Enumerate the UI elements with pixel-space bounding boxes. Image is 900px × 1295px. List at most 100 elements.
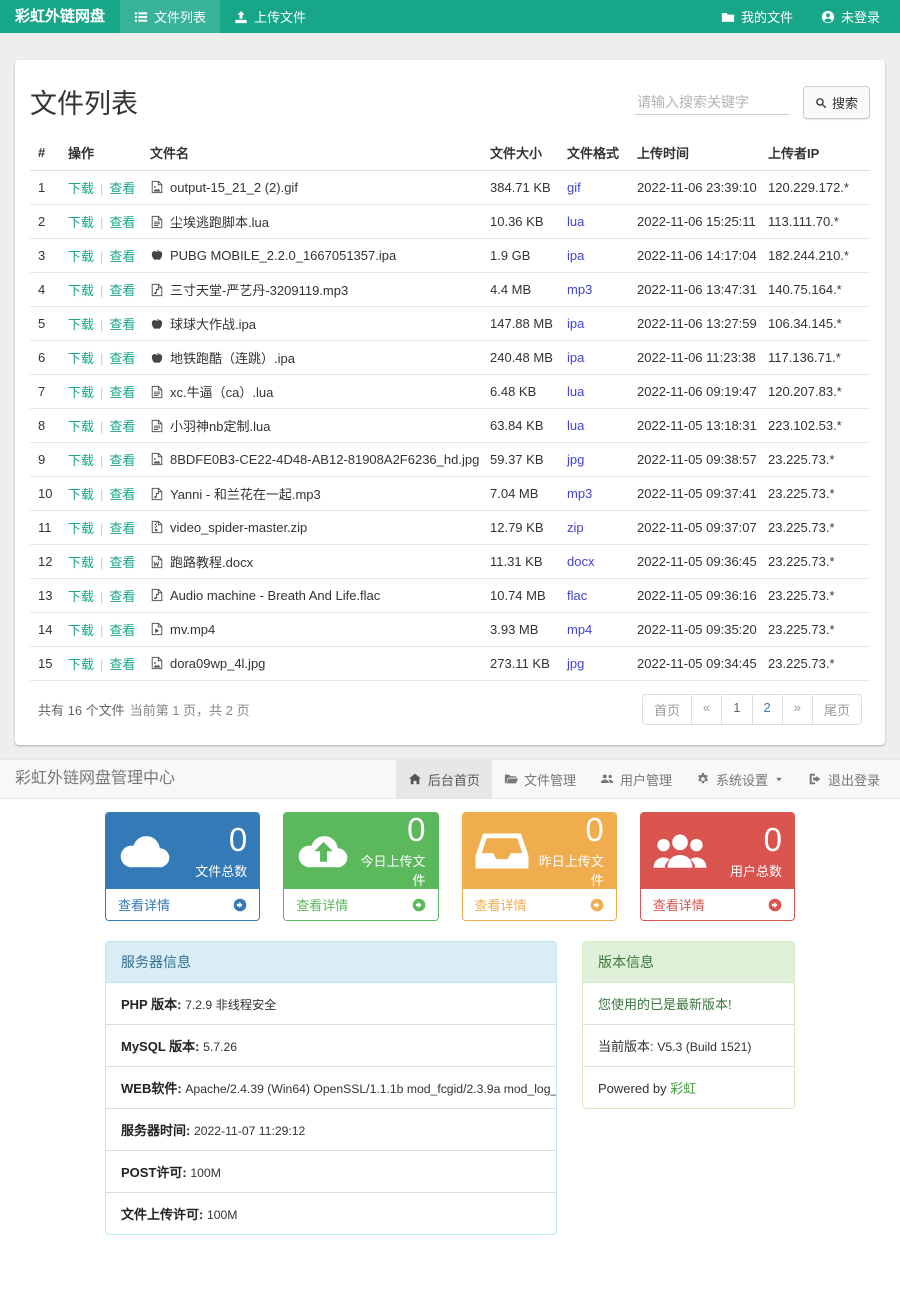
file-count-summary: 共有 16 个文件当前第 1 页，共 2 页 (38, 700, 250, 719)
table-row: 1下载|查看output-15_21_2 (2).gif384.71 KBgif… (30, 171, 870, 205)
nav-item-my-files[interactable]: 我的文件 (707, 0, 807, 33)
view-link[interactable]: 查看 (109, 385, 135, 400)
view-link[interactable]: 查看 (109, 317, 135, 332)
file-format-link[interactable]: mp3 (567, 282, 592, 297)
admin-item-logout[interactable]: 退出登录 (796, 760, 892, 798)
view-link[interactable]: 查看 (109, 623, 135, 638)
download-link[interactable]: 下载 (68, 521, 94, 536)
page-button-»[interactable]: » (782, 694, 813, 725)
brand[interactable]: 彩虹外链网盘 (0, 0, 120, 33)
download-link[interactable]: 下载 (68, 555, 94, 570)
powered-by-link[interactable]: 彩虹 (670, 1081, 696, 1096)
view-link[interactable]: 查看 (109, 351, 135, 366)
download-link[interactable]: 下载 (68, 249, 94, 264)
view-link[interactable]: 查看 (109, 487, 135, 502)
page-button-1[interactable]: 1 (721, 694, 752, 725)
view-link[interactable]: 查看 (109, 283, 135, 298)
file-format-link[interactable]: ipa (567, 248, 584, 263)
file-format-link[interactable]: flac (567, 588, 587, 603)
nav-item-not-logged-in[interactable]: 未登录 (807, 0, 894, 33)
uploader-ip: 106.34.145.* (760, 307, 870, 341)
file-size: 12.79 KB (482, 511, 559, 545)
file-format-link[interactable]: lua (567, 214, 584, 229)
file-format-link[interactable]: lua (567, 418, 584, 433)
file-size: 1.9 GB (482, 239, 559, 273)
download-link[interactable]: 下载 (68, 657, 94, 672)
view-link[interactable]: 查看 (109, 657, 135, 672)
page-button-尾页[interactable]: 尾页 (812, 694, 862, 725)
view-link[interactable]: 查看 (109, 589, 135, 604)
view-details-link[interactable]: 查看详情 (641, 889, 794, 920)
row-index: 8 (30, 409, 60, 443)
upload-time: 2022-11-05 09:34:45 (629, 647, 760, 681)
page-button-首页[interactable]: 首页 (642, 694, 692, 725)
upload-time: 2022-11-06 23:39:10 (629, 171, 760, 205)
view-details-link[interactable]: 查看详情 (463, 889, 616, 920)
stat-card-total-users: 0用户总数查看详情 (640, 812, 795, 921)
stat-cards: 0文件总数查看详情0今日上传文件查看详情0昨日上传文件查看详情0用户总数查看详情 (105, 812, 795, 921)
row-index: 11 (30, 511, 60, 545)
file-list-card: 文件列表 搜索 #操作文件名文件大小文件格式上传时间上传者IP 1下载|查看ou… (15, 60, 885, 745)
server-info-list: PHP 版本: 7.2.9 非线程安全MySQL 版本: 5.7.26WEB软件… (106, 983, 556, 1234)
file-format-link[interactable]: ipa (567, 316, 584, 331)
view-link[interactable]: 查看 (109, 453, 135, 468)
download-link[interactable]: 下载 (68, 487, 94, 502)
file-format-link[interactable]: zip (567, 520, 584, 535)
file-name-cell: 小羽神nb定制.lua (142, 409, 482, 443)
view-details-link[interactable]: 查看详情 (106, 889, 259, 920)
view-details-link[interactable]: 查看详情 (284, 889, 437, 920)
download-link[interactable]: 下载 (68, 419, 94, 434)
download-link[interactable]: 下载 (68, 181, 94, 196)
file-name-cell: 地铁跑酷（连跳）.ipa (142, 341, 482, 375)
stat-card-yesterday-uploads: 0昨日上传文件查看详情 (462, 812, 617, 921)
search-bar: 搜索 (635, 86, 870, 119)
file-format-link[interactable]: jpg (567, 656, 584, 671)
view-link[interactable]: 查看 (109, 215, 135, 230)
file-format-link[interactable]: docx (567, 554, 594, 569)
stat-label: 文件总数 (195, 861, 247, 880)
download-link[interactable]: 下载 (68, 215, 94, 230)
admin-item-user-manage[interactable]: 用户管理 (588, 760, 684, 798)
download-link[interactable]: 下载 (68, 385, 94, 400)
admin-nav: 后台首页文件管理用户管理系统设置退出登录 (396, 760, 892, 798)
file-name: 8BDFE0B3-CE22-4D48-AB12-81908A2F6236_hd.… (170, 452, 479, 467)
view-link[interactable]: 查看 (109, 521, 135, 536)
row-index: 3 (30, 239, 60, 273)
view-link[interactable]: 查看 (109, 419, 135, 434)
search-icon (815, 97, 827, 109)
search-button[interactable]: 搜索 (803, 86, 870, 119)
file-size: 11.31 KB (482, 545, 559, 579)
view-link[interactable]: 查看 (109, 249, 135, 264)
stat-value: 0 (350, 813, 425, 846)
page-button-2[interactable]: 2 (752, 694, 783, 725)
download-link[interactable]: 下载 (68, 317, 94, 332)
file-format-link[interactable]: jpg (567, 452, 584, 467)
page-button-«[interactable]: « (691, 694, 722, 725)
table-row: 6下载|查看地铁跑酷（连跳）.ipa240.48 MBipa2022-11-06… (30, 341, 870, 375)
download-link[interactable]: 下载 (68, 589, 94, 604)
upload-time: 2022-11-06 13:27:59 (629, 307, 760, 341)
file-format-link[interactable]: mp3 (567, 486, 592, 501)
download-link[interactable]: 下载 (68, 623, 94, 638)
admin-item-file-manage[interactable]: 文件管理 (492, 760, 588, 798)
file-format-link[interactable]: mp4 (567, 622, 592, 637)
admin-item-admin-home[interactable]: 后台首页 (396, 760, 492, 798)
stat-card-total-files: 0文件总数查看详情 (105, 812, 260, 921)
view-link[interactable]: 查看 (109, 555, 135, 570)
server-info-row: 文件上传许可: 100M (106, 1193, 556, 1234)
file-name-cell: xc.牛逼（ca）.lua (142, 375, 482, 409)
download-link[interactable]: 下载 (68, 351, 94, 366)
uploader-ip: 182.244.210.* (760, 239, 870, 273)
file-format-link[interactable]: ipa (567, 350, 584, 365)
admin-item-system-settings[interactable]: 系统设置 (684, 760, 796, 798)
file-size: 4.4 MB (482, 273, 559, 307)
download-link[interactable]: 下载 (68, 283, 94, 298)
view-link[interactable]: 查看 (109, 181, 135, 196)
file-format-link[interactable]: gif (567, 180, 581, 195)
nav-item-file-list[interactable]: 文件列表 (120, 0, 220, 33)
download-link[interactable]: 下载 (68, 453, 94, 468)
file-format-link[interactable]: lua (567, 384, 584, 399)
column-header: 文件名 (142, 135, 482, 171)
nav-item-upload[interactable]: 上传文件 (220, 0, 320, 33)
search-input[interactable] (635, 90, 789, 115)
